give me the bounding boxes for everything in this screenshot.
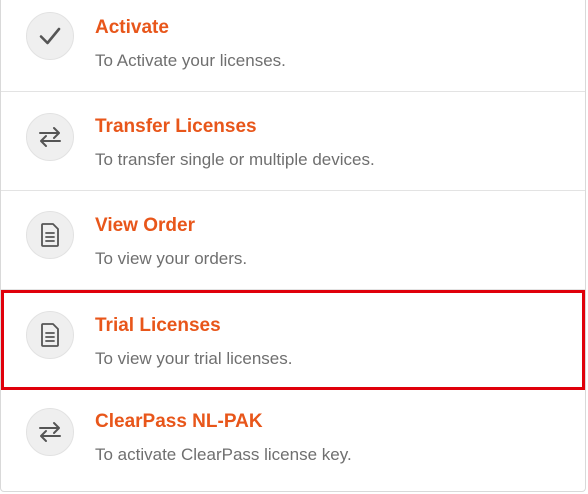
menu-item-title[interactable]: Transfer Licenses [95, 116, 257, 138]
menu-item-view-order[interactable]: View Order To view your orders. [1, 191, 585, 290]
transfer-arrows-icon [26, 408, 74, 456]
menu-item-description: To view your trial licenses. [95, 349, 293, 368]
menu-item-title[interactable]: Activate [95, 17, 169, 39]
menu-item-clearpass-nl-pak[interactable]: ClearPass NL-PAK To activate ClearPass l… [1, 390, 585, 492]
menu-item-activate[interactable]: Activate To Activate your licenses. [1, 0, 585, 92]
menu-item-description: To transfer single or multiple devices. [95, 150, 375, 169]
menu-item-title[interactable]: Trial Licenses [95, 315, 221, 337]
menu-item-transfer-licenses[interactable]: Transfer Licenses To transfer single or … [1, 92, 585, 191]
menu-item-description: To Activate your licenses. [95, 51, 286, 70]
menu-item-description: To view your orders. [95, 249, 248, 268]
menu-item-description: To activate ClearPass license key. [95, 445, 352, 464]
document-icon [26, 311, 74, 359]
document-icon [26, 211, 74, 259]
menu-item-title[interactable]: View Order [95, 215, 195, 237]
checkmark-icon [26, 12, 74, 60]
menu-item-title[interactable]: ClearPass NL-PAK [95, 411, 263, 433]
menu-item-trial-licenses[interactable]: Trial Licenses To view your trial licens… [1, 290, 585, 390]
license-actions-menu: Activate To Activate your licenses. Tran… [0, 0, 586, 492]
transfer-arrows-icon [26, 113, 74, 161]
